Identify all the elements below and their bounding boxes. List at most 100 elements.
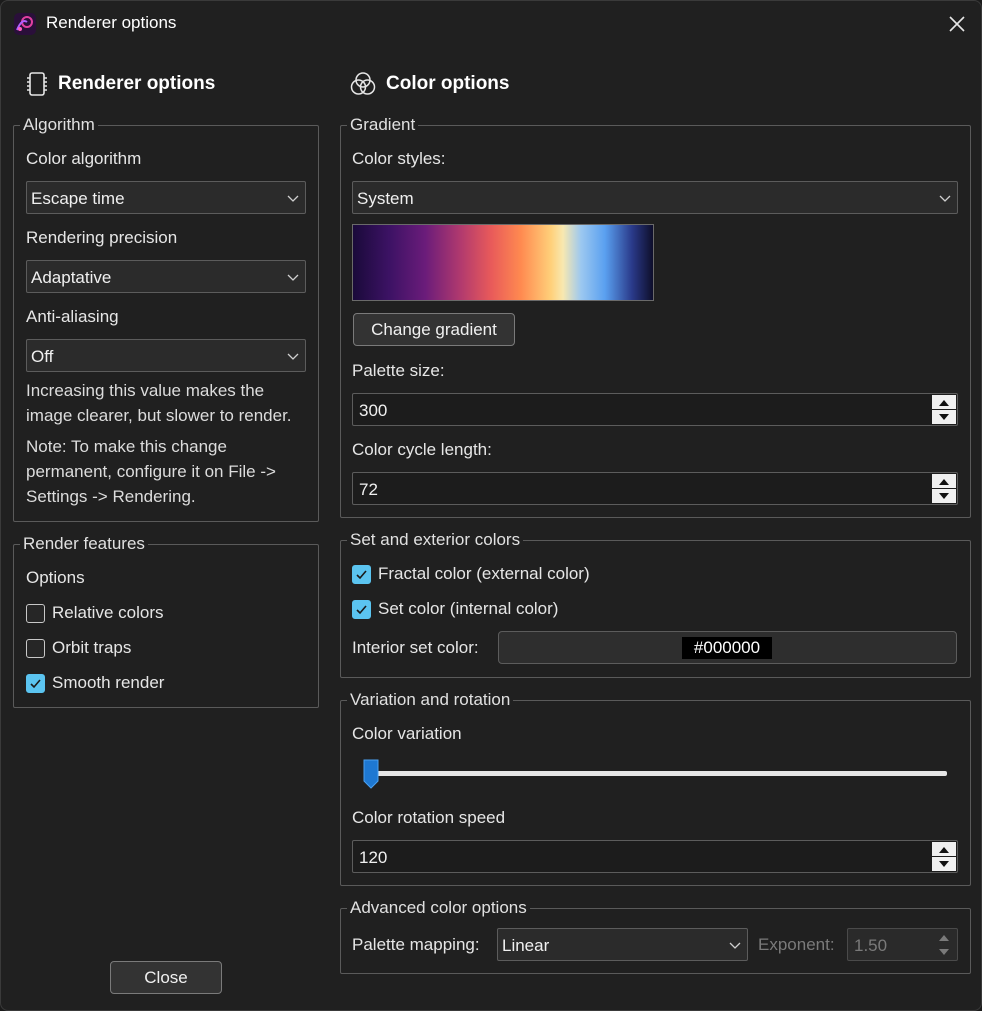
arrow-down-icon xyxy=(939,860,949,867)
relative-colors-label: Relative colors xyxy=(52,603,164,622)
arrow-down-icon xyxy=(939,413,949,420)
checkbox-box xyxy=(26,603,45,623)
color-algorithm-value: Escape time xyxy=(31,189,125,208)
color-algorithm-label: Color algorithm xyxy=(26,149,142,168)
arrow-up-icon xyxy=(939,478,949,485)
smooth-render-label: Smooth render xyxy=(52,673,165,692)
anti-aliasing-hint: Increasing this value makes the image cl… xyxy=(26,381,292,425)
chevron-down-icon xyxy=(729,942,741,949)
fractal-app-icon xyxy=(14,13,36,35)
palette-size-spinner[interactable]: 300 xyxy=(352,393,958,426)
palette-mapping-select[interactable]: Linear xyxy=(497,928,748,961)
chevron-down-icon xyxy=(287,353,299,360)
decrement-button[interactable] xyxy=(932,410,956,424)
chevron-down-icon xyxy=(287,274,299,281)
arrow-up-icon xyxy=(939,399,949,406)
interior-set-color-label: Interior set color: xyxy=(352,638,479,657)
color-styles-value: System xyxy=(357,189,414,208)
interior-set-color-picker[interactable]: #000000 xyxy=(498,631,957,664)
set-color-checkbox[interactable]: Set color (internal color) xyxy=(352,597,558,621)
renderer-options-heading: Renderer options xyxy=(26,69,215,99)
spinner-buttons xyxy=(932,842,956,871)
fractal-color-label: Fractal color (external color) xyxy=(378,564,590,583)
increment-button[interactable] xyxy=(932,474,956,488)
orbit-traps-checkbox[interactable]: Orbit traps xyxy=(26,636,131,660)
render-features-legend: Render features xyxy=(20,534,148,554)
orbit-traps-label: Orbit traps xyxy=(52,638,132,657)
checkmark-icon xyxy=(30,678,41,688)
anti-aliasing-label: Anti-aliasing xyxy=(26,307,119,326)
color-cycle-length-value: 72 xyxy=(359,480,378,499)
anti-aliasing-value: Off xyxy=(31,347,54,366)
decrement-button[interactable] xyxy=(932,857,956,871)
gradient-preview xyxy=(352,224,654,301)
increment-button[interactable] xyxy=(932,395,956,409)
chevron-down-icon xyxy=(287,195,299,202)
color-variation-slider[interactable] xyxy=(365,771,947,776)
palette-mapping-label: Palette mapping: xyxy=(352,935,480,954)
arrow-down-icon xyxy=(939,948,949,955)
decrement-button[interactable] xyxy=(932,945,956,959)
spinner-buttons xyxy=(932,930,956,959)
rendering-precision-label: Rendering precision xyxy=(26,228,178,247)
title-bar: Renderer options xyxy=(1,1,981,47)
color-cycle-length-label: Color cycle length: xyxy=(352,440,492,459)
anti-aliasing-note: Note: To make this change permanent, con… xyxy=(26,437,276,506)
color-variation-label: Color variation xyxy=(352,724,462,743)
fractal-color-checkbox[interactable]: Fractal color (external color) xyxy=(352,562,590,586)
arrow-up-icon xyxy=(939,846,949,853)
arrow-up-icon xyxy=(939,934,949,941)
rendering-precision-value: Adaptative xyxy=(31,268,112,287)
color-options-heading: Color options xyxy=(350,69,509,99)
slider-thumb[interactable] xyxy=(363,759,379,789)
spinner-buttons xyxy=(932,474,956,503)
color-algorithm-select[interactable]: Escape time xyxy=(26,181,306,214)
smooth-render-checkbox[interactable]: Smooth render xyxy=(26,671,164,695)
exponent-label: Exponent: xyxy=(758,935,835,954)
interior-color-value: #000000 xyxy=(682,637,772,659)
exponent-spinner[interactable]: 1.50 xyxy=(847,928,958,961)
color-circles-icon xyxy=(350,72,376,95)
variation-rotation-legend: Variation and rotation xyxy=(347,690,514,710)
increment-button[interactable] xyxy=(932,842,956,856)
options-label: Options xyxy=(26,568,85,587)
gradient-legend: Gradient xyxy=(347,115,419,135)
algorithm-legend: Algorithm xyxy=(20,115,98,135)
close-window-button[interactable] xyxy=(935,7,979,41)
palette-size-value: 300 xyxy=(359,401,388,420)
color-rotation-speed-value: 120 xyxy=(359,848,388,867)
checkbox-box xyxy=(26,673,45,693)
advanced-color-options-legend: Advanced color options xyxy=(347,898,530,918)
decrement-button[interactable] xyxy=(932,489,956,503)
increment-button[interactable] xyxy=(932,930,956,944)
chip-icon xyxy=(27,72,47,96)
palette-size-label: Palette size: xyxy=(352,361,445,380)
anti-aliasing-select[interactable]: Off xyxy=(26,339,306,372)
color-styles-label: Color styles: xyxy=(352,149,446,168)
chevron-down-icon xyxy=(939,195,951,202)
rendering-precision-select[interactable]: Adaptative xyxy=(26,260,306,293)
set-color-label: Set color (internal color) xyxy=(378,599,559,618)
color-rotation-speed-label: Color rotation speed xyxy=(352,808,506,827)
exponent-value: 1.50 xyxy=(854,936,888,955)
set-exterior-colors-legend: Set and exterior colors xyxy=(347,530,524,550)
checkbox-box xyxy=(352,599,371,619)
checkmark-icon xyxy=(356,604,367,614)
change-gradient-button[interactable]: Change gradient xyxy=(353,313,515,346)
spinner-buttons xyxy=(932,395,956,424)
renderer-options-window: Renderer options Renderer options Color … xyxy=(0,0,982,1011)
renderer-options-title: Renderer options xyxy=(58,73,216,94)
color-options-title: Color options xyxy=(386,73,510,94)
checkbox-box xyxy=(26,638,45,658)
checkbox-box xyxy=(352,564,371,584)
palette-mapping-value: Linear xyxy=(502,936,550,955)
color-cycle-length-spinner[interactable]: 72 xyxy=(352,472,958,505)
arrow-down-icon xyxy=(939,492,949,499)
close-icon xyxy=(949,16,965,32)
window-title: Renderer options xyxy=(46,13,177,32)
color-styles-select[interactable]: System xyxy=(352,181,958,214)
close-button[interactable]: Close xyxy=(110,961,222,994)
color-rotation-speed-spinner[interactable]: 120 xyxy=(352,840,958,873)
relative-colors-checkbox[interactable]: Relative colors xyxy=(26,601,164,625)
checkmark-icon xyxy=(356,569,367,579)
